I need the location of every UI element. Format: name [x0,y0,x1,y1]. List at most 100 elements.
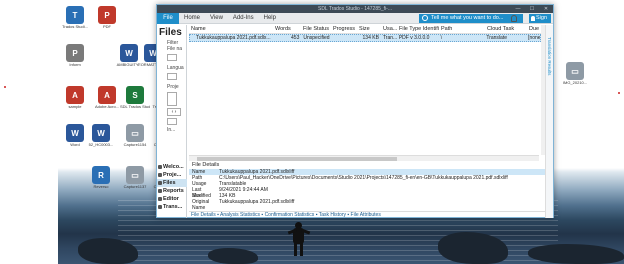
close-button[interactable]: ✕ [539,5,553,13]
desktop-icon-label: sample [68,104,82,109]
marker-dot [618,92,620,94]
nav-label: Trans... [163,204,183,210]
title-bar: SDL Trados Studio - 147285_fi-... — ☐ ✕ [157,5,553,13]
lightbulb-icon [422,15,428,21]
rock [528,244,624,264]
translation-results-bar[interactable]: Translation Results [545,25,553,218]
details-row[interactable]: Original Name Tukkukauppalupa 2021.pdf.sd… [189,199,547,211]
nav-label: Files [163,180,176,186]
scroll-thumb[interactable] [197,157,397,161]
desktop-icon-label: Trados Studi... [62,24,88,29]
panel-title: Files [159,27,182,38]
row-status: Unspecified [303,35,330,41]
sign-in-button[interactable]: Sign In [529,14,551,30]
nav-reports[interactable]: Reports [157,187,187,195]
desktop-icon[interactable]: R Reverso [86,166,116,189]
col-file-status[interactable]: File Status [301,25,331,33]
desktop-icon[interactable]: ▭ Capture1137 [120,166,150,189]
file-icon: ▭ [566,62,584,80]
col-words[interactable]: Words [273,25,301,33]
filename-label: File na [167,46,183,52]
file-icon: R [92,166,110,184]
horizontal-scrollbar[interactable] [189,155,539,161]
menu-add-ins[interactable]: Add-Ins [228,15,259,21]
home-icon [158,165,162,169]
nav-label: Editor [163,196,179,202]
col-path[interactable]: Path [439,25,485,33]
window-title: SDL Trados Studio - 147285_fi-... [317,6,393,12]
bell-icon[interactable] [511,15,517,22]
menu-bar: File Home View Add-Ins Help Tell me what… [157,12,553,30]
menu-view[interactable]: View [205,15,228,21]
desktop-icon[interactable]: SSDL Trados Studio [120,86,150,109]
nav-files[interactable]: Files [157,179,187,187]
details-value: Tukkukauppalupa 2021.pdf.sdlxliff [219,199,295,205]
file-icon: W [92,124,110,142]
minimize-button[interactable]: — [511,5,525,13]
col-progress[interactable]: Progress [331,25,357,33]
reports-icon [158,189,162,193]
file-icon: A [98,86,116,104]
nav-arrows[interactable]: ‹ › [167,108,181,116]
projects-icon [158,173,162,177]
details-header: File Details [192,162,220,168]
col-name[interactable]: Name [189,25,273,33]
table-row[interactable]: Tukkukauppalupa 2021.pdf.sdlx... 453 Uns… [189,34,541,42]
desktop-icon[interactable]: P Inform [60,44,90,67]
desktop-icon-label: SDL Trados Studio [120,104,150,109]
col-usage[interactable]: Usa... [381,25,397,33]
project-list[interactable] [167,92,177,106]
menu-help[interactable]: Help [259,15,281,21]
tm-icon [158,205,162,209]
view-switcher: Welco... Proje... Files Reports Editor T… [157,163,187,211]
desktop-icon[interactable]: ▭ Capture1154 [120,124,150,147]
desktop-icon-label: PDF [103,24,111,29]
row-path: \ [440,35,442,41]
menu-home[interactable]: Home [179,15,205,21]
row-progress [331,35,357,41]
file-icon: P [98,6,116,24]
nav-projects[interactable]: Proje... [157,171,187,179]
nav-welcome[interactable]: Welco... [157,163,187,171]
in-label: In... [167,127,176,133]
menu-file[interactable]: File [157,12,179,24]
row-words: 453 [291,35,300,41]
editor-icon [158,197,162,201]
col-size[interactable]: Size [357,25,381,33]
language-dropdown[interactable] [167,73,177,80]
checkbox[interactable] [167,118,177,125]
file-icon: W [120,44,138,62]
nav-label: Proje... [163,172,182,178]
row-cloud-task: Translate [486,35,507,41]
maximize-button[interactable]: ☐ [525,5,539,13]
details-tabs[interactable]: File Details ▪ Analysis Statistics ▪ Con… [189,211,547,218]
nav-translation-memories[interactable]: Trans... [157,203,187,211]
desktop-icon-label: Reverso [93,184,109,189]
desktop-icon[interactable]: T Trados Studi... [60,6,90,29]
desktop-icon[interactable]: ▭ IMG_20210... [560,62,590,85]
trados-window: SDL Trados Studio - 147285_fi-... — ☐ ✕ … [156,4,554,218]
tell-me-search[interactable]: Tell me what you want to do... [419,14,523,23]
file-list: Name Words File Status Progress Size Usa… [189,25,541,155]
nav-editor[interactable]: Editor [157,195,187,203]
nav-label: Reports [163,188,184,194]
language-label: Langua [167,65,184,71]
col-due[interactable]: Due [527,25,541,33]
desktop-icon[interactable]: Asample [60,86,90,109]
desktop-icon[interactable]: W 52_HC0003... [86,124,116,147]
desktop-icon[interactable]: P PDF [92,6,122,29]
desktop-icon-label: Capture1137 [123,184,147,189]
file-icon: W [66,124,84,142]
desktop-icon-label: IMG_20210... [562,80,588,85]
col-file-type[interactable]: File Type Identifi... [397,25,439,33]
filename-field[interactable] [167,54,177,61]
column-headers: Name Words File Status Progress Size Usa… [189,25,541,34]
person-icon [531,16,535,21]
files-icon [158,181,162,185]
desktop-icon[interactable]: A Adobe Acro... [92,86,122,109]
marker-dot [4,86,6,88]
tell-me-text: Tell me what you want to do... [431,15,504,21]
nav-label: Welco... [163,164,184,170]
desktop-icon-label: Capture1154 [123,142,147,147]
col-cloud-task[interactable]: Cloud Task [485,25,527,33]
